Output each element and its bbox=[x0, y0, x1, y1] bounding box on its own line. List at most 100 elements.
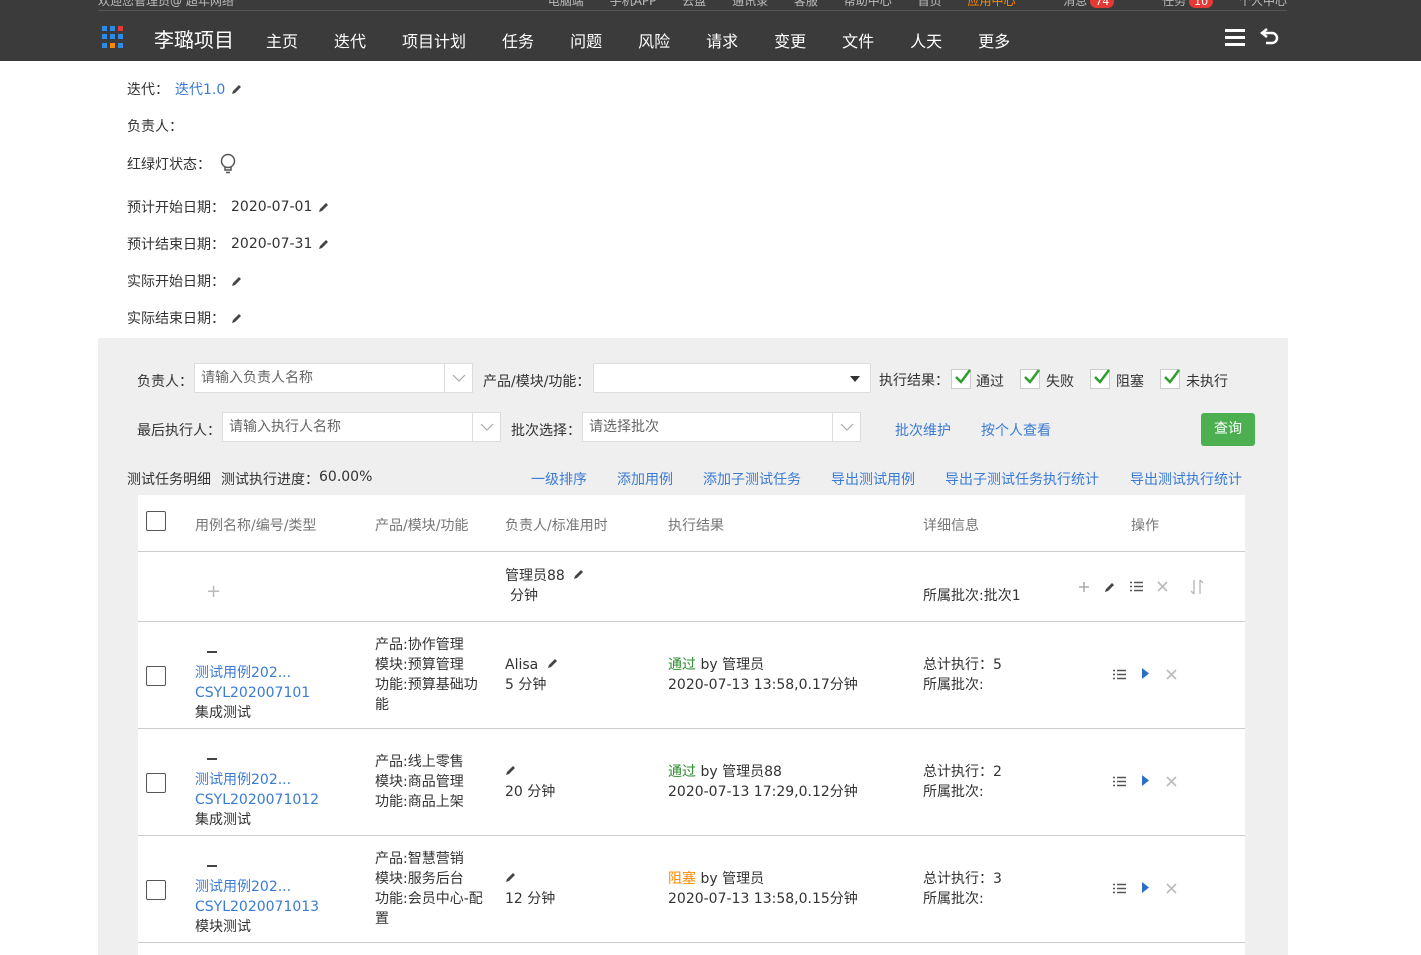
close-icon[interactable] bbox=[1166, 776, 1177, 787]
messages-badge: 74 bbox=[1090, 0, 1115, 8]
collapse-minus-icon[interactable] bbox=[207, 651, 217, 653]
case-name-link[interactable]: 测试用例202... bbox=[195, 665, 291, 681]
header-case: 用例名称/编号/类型 bbox=[195, 518, 317, 534]
nav-issues[interactable]: 问题 bbox=[570, 28, 602, 51]
case-code-link[interactable]: CSYL2020071013 bbox=[195, 899, 319, 915]
result-notrun-checkbox[interactable] bbox=[1160, 369, 1180, 389]
edit-pencil-icon[interactable] bbox=[547, 657, 559, 669]
add-case-link[interactable]: 添加用例 bbox=[617, 469, 673, 489]
hamburger-menu-icon[interactable] bbox=[1225, 29, 1245, 46]
select-all-checkbox[interactable] bbox=[146, 511, 166, 531]
case-name-link[interactable]: 测试用例202... bbox=[195, 772, 291, 788]
add-plus-icon[interactable]: + bbox=[206, 581, 221, 602]
edit-pencil-icon[interactable] bbox=[231, 312, 243, 324]
utility-link-help[interactable]: 帮助中心 bbox=[844, 0, 892, 8]
close-icon[interactable] bbox=[1166, 669, 1177, 680]
edit-pencil-icon[interactable] bbox=[231, 275, 243, 287]
edit-pencil-icon[interactable] bbox=[318, 238, 330, 250]
plan-end-value: 2020-07-31 bbox=[231, 236, 313, 252]
nav-man-days[interactable]: 人天 bbox=[910, 28, 942, 51]
utility-link-cloud[interactable]: 云盘 bbox=[682, 0, 706, 8]
edit-pencil-icon[interactable] bbox=[1104, 581, 1116, 593]
utility-link-profile[interactable]: 个人中心 bbox=[1239, 0, 1287, 8]
chevron-down-icon[interactable] bbox=[832, 413, 860, 441]
list-icon[interactable] bbox=[1113, 776, 1126, 787]
edit-pencil-icon[interactable] bbox=[505, 764, 517, 776]
edit-pencil-icon[interactable] bbox=[318, 201, 330, 213]
case-owner bbox=[505, 762, 517, 782]
add-subtask-link[interactable]: 添加子测试任务 bbox=[703, 469, 801, 489]
case-function: 功能:会员中心-配置 bbox=[375, 891, 483, 927]
export-cases-link[interactable]: 导出测试用例 bbox=[831, 469, 915, 489]
chevron-down-icon[interactable] bbox=[444, 364, 472, 392]
utility-link-service[interactable]: 客服 bbox=[794, 0, 818, 8]
filter-batch-select[interactable]: 请选择批次 bbox=[582, 412, 861, 442]
add-icon[interactable] bbox=[1078, 581, 1090, 593]
result-block-checkbox[interactable] bbox=[1090, 369, 1110, 389]
row-checkbox[interactable] bbox=[146, 880, 166, 900]
nav-project-plan[interactable]: 项目计划 bbox=[402, 28, 466, 51]
batch-time: 分钟 bbox=[510, 588, 538, 604]
collapse-minus-icon[interactable] bbox=[207, 865, 217, 867]
utility-link-app-center[interactable]: 应用中心 bbox=[967, 0, 1015, 8]
query-button[interactable]: 查询 bbox=[1201, 413, 1255, 446]
project-title[interactable]: 李璐项目 bbox=[154, 24, 234, 53]
close-icon[interactable] bbox=[1157, 581, 1168, 592]
play-icon[interactable] bbox=[1141, 881, 1150, 894]
edit-pencil-icon[interactable] bbox=[231, 83, 243, 95]
sort-level1-link[interactable]: 一级排序 bbox=[531, 469, 587, 489]
view-by-person-link[interactable]: 按个人查看 bbox=[981, 420, 1051, 440]
utility-link-tasks[interactable]: 任务 10 bbox=[1140, 0, 1214, 8]
row-checkbox[interactable] bbox=[146, 666, 166, 686]
nav-more[interactable]: 更多 bbox=[978, 28, 1010, 51]
case-code-link[interactable]: CSYL202007101 bbox=[195, 685, 310, 701]
case-type: 模块测试 bbox=[195, 919, 251, 935]
utility-link-desktop[interactable]: 电脑端 bbox=[548, 0, 584, 8]
iteration-row: 迭代： 迭代1.0 bbox=[127, 79, 243, 99]
nav-changes[interactable]: 变更 bbox=[774, 28, 806, 51]
chevron-down-icon[interactable] bbox=[472, 413, 500, 441]
filter-product-select[interactable] bbox=[593, 363, 871, 393]
list-icon[interactable] bbox=[1113, 883, 1126, 894]
iteration-link[interactable]: 迭代1.0 bbox=[175, 79, 225, 99]
utility-link-contacts[interactable]: 通讯录 bbox=[732, 0, 768, 8]
list-icon[interactable] bbox=[1113, 669, 1126, 680]
case-code-link[interactable]: CSYL2020071012 bbox=[195, 792, 319, 808]
header-product: 产品/模块/功能 bbox=[375, 518, 469, 534]
status-badge: 通过 bbox=[668, 764, 696, 780]
utility-link-app[interactable]: 手机APP bbox=[610, 0, 657, 8]
nav-files[interactable]: 文件 bbox=[842, 28, 874, 51]
edit-pencil-icon[interactable] bbox=[573, 568, 585, 580]
edit-pencil-icon[interactable] bbox=[505, 871, 517, 883]
case-module: 模块:商品管理 bbox=[375, 774, 464, 790]
case-batch: 所属批次: bbox=[923, 784, 984, 800]
utility-link-messages[interactable]: 消息 74 bbox=[1041, 0, 1115, 8]
close-icon[interactable] bbox=[1166, 883, 1177, 894]
lightbulb-icon[interactable] bbox=[219, 153, 237, 175]
case-exec-info: 2020-07-13 13:58,0.15分钟 bbox=[668, 891, 858, 907]
nav-home[interactable]: 主页 bbox=[266, 28, 298, 51]
export-subtask-stats-link[interactable]: 导出子测试任务执行统计 bbox=[945, 469, 1099, 489]
result-pass-checkbox[interactable] bbox=[951, 369, 971, 389]
utility-link-home[interactable]: 首页 bbox=[918, 0, 942, 8]
play-icon[interactable] bbox=[1141, 774, 1150, 787]
nav-iteration[interactable]: 迭代 bbox=[334, 28, 366, 51]
nav-risks[interactable]: 风险 bbox=[638, 28, 670, 51]
row-checkbox[interactable] bbox=[146, 773, 166, 793]
collapse-minus-icon[interactable] bbox=[207, 758, 217, 760]
case-product: 产品:智慧营销 bbox=[375, 851, 464, 867]
nav-requests[interactable]: 请求 bbox=[706, 28, 738, 51]
batch-maintain-link[interactable]: 批次维护 bbox=[895, 420, 951, 440]
result-fail-checkbox[interactable] bbox=[1020, 369, 1040, 389]
filter-owner-input[interactable]: 请输入负责人名称 bbox=[194, 363, 473, 393]
list-icon[interactable] bbox=[1130, 581, 1143, 592]
nav-tasks[interactable]: 任务 bbox=[502, 28, 534, 51]
back-arrow-icon[interactable] bbox=[1258, 27, 1280, 49]
export-exec-stats-link[interactable]: 导出测试执行统计 bbox=[1130, 469, 1242, 489]
status-badge: 通过 bbox=[668, 657, 696, 673]
play-icon[interactable] bbox=[1141, 667, 1150, 680]
sort-icon[interactable] bbox=[1190, 579, 1204, 595]
app-grid-icon[interactable] bbox=[102, 26, 124, 48]
filter-executor-input[interactable]: 请输入执行人名称 bbox=[222, 412, 501, 442]
case-name-link[interactable]: 测试用例202... bbox=[195, 879, 291, 895]
